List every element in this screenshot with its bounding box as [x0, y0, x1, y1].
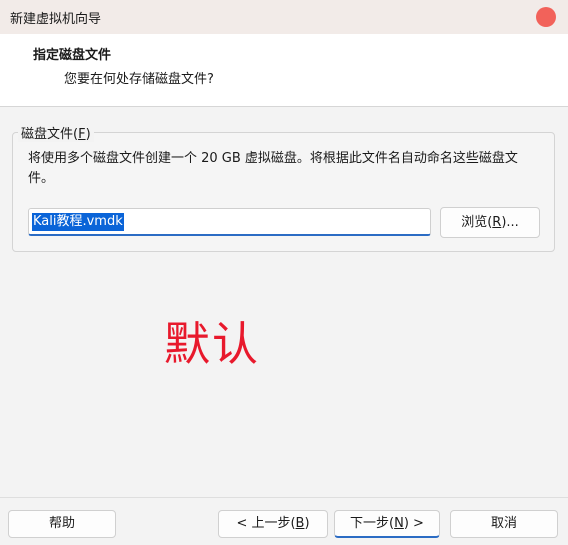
wizard-header: 指定磁盘文件 您要在何处存储磁盘文件? — [0, 34, 568, 106]
close-button[interactable] — [536, 7, 556, 27]
title-bar[interactable]: 新建虚拟机向导 — [0, 0, 568, 34]
header-divider — [0, 106, 568, 107]
page-subtitle: 您要在何处存储磁盘文件? — [64, 72, 214, 87]
new-vm-wizard-dialog: 新建虚拟机向导 指定磁盘文件 您要在何处存储磁盘文件? 磁盘文件(F) 将使用多… — [0, 0, 568, 545]
disk-file-description: 将使用多个磁盘文件创建一个 20 GB 虚拟磁盘。将根据此文件名自动命名这些磁盘… — [28, 151, 518, 186]
disk-file-group-label: 磁盘文件(F) — [18, 123, 94, 142]
browse-button[interactable]: 浏览(R)... — [440, 207, 540, 238]
disk-file-name-value: Kali教程.vmdk — [32, 213, 124, 231]
page-title: 指定磁盘文件 — [33, 48, 112, 63]
default-annotation: 默认 — [164, 317, 260, 371]
back-button[interactable]: < 上一步(B) — [218, 510, 328, 538]
cancel-button[interactable]: 取消 — [450, 510, 558, 538]
window-title: 新建虚拟机向导 — [10, 12, 102, 27]
disk-file-name-input[interactable]: Kali教程.vmdk — [28, 208, 431, 236]
next-button[interactable]: 下一步(N) > — [334, 510, 440, 538]
mnemonic-r: R — [492, 215, 502, 230]
footer-divider — [0, 497, 568, 498]
mnemonic-n: N — [394, 516, 404, 531]
mnemonic-f: F — [78, 127, 86, 142]
help-button[interactable]: 帮助 — [8, 510, 116, 538]
